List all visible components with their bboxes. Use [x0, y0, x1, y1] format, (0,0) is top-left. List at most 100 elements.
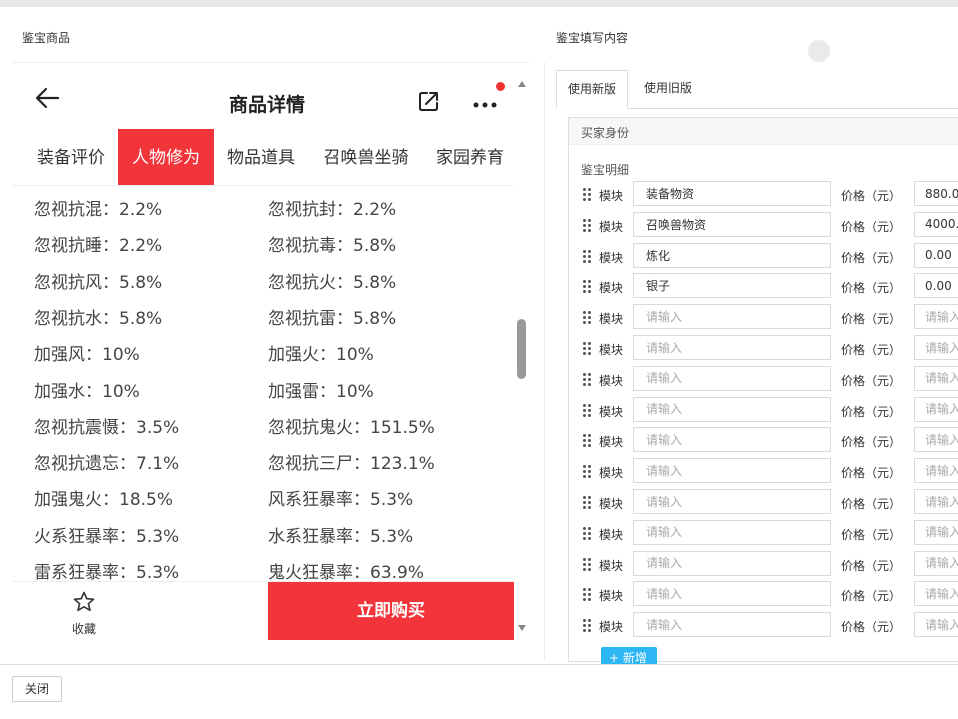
detail-row: 模块 价格（元）: [569, 211, 958, 239]
close-button[interactable]: 关闭: [12, 676, 62, 702]
price-label: 价格（元）: [841, 343, 902, 357]
share-icon[interactable]: [417, 89, 441, 113]
price-input[interactable]: [914, 273, 958, 299]
attribute-item: 忽视抗鬼火：151.5%: [268, 417, 435, 438]
price-label: 价格（元）: [841, 527, 902, 542]
module-label: 模块: [599, 435, 624, 450]
phone-screen: 商品详情 装备评价 人物修为 物品道具 召唤兽坐骑 家园养育 忽视抗混：2.2%…: [12, 63, 514, 641]
more-options-icon[interactable]: [470, 93, 500, 113]
price-label: 价格（元）: [841, 404, 902, 419]
price-label: 价格（元）: [841, 219, 902, 234]
drag-handle-icon[interactable]: [583, 218, 593, 233]
drag-handle-icon[interactable]: [583, 588, 593, 602]
price-input[interactable]: [914, 211, 958, 237]
attribute-item: 忽视抗震慑：3.5%: [34, 417, 180, 438]
drag-handle-icon[interactable]: [583, 557, 593, 572]
scroll-up-arrow-icon[interactable]: [518, 81, 526, 87]
scroll-down-arrow-icon[interactable]: [518, 625, 526, 631]
drag-handle-icon[interactable]: [583, 280, 593, 294]
price-input[interactable]: [914, 489, 958, 514]
module-name-input[interactable]: [633, 458, 831, 484]
attribute-item: 忽视抗风：5.8%: [34, 272, 163, 293]
drag-handle-icon[interactable]: [583, 526, 593, 541]
drag-handle-icon[interactable]: [583, 619, 593, 633]
module-name-input[interactable]: [633, 335, 831, 360]
price-input[interactable]: [914, 365, 958, 391]
module-name-input[interactable]: [633, 273, 831, 299]
module-name-input[interactable]: [633, 396, 831, 422]
price-label: 价格（元）: [841, 250, 902, 265]
favorite-button[interactable]: 收藏: [56, 590, 112, 636]
detail-row: 模块 价格（元）: [569, 612, 958, 639]
form-box: 买家身份 鉴宝明细 模块价格（元）模块价格（元）模块价格（元）模块价格（元）模块…: [568, 117, 958, 667]
price-label: 价格（元）: [841, 497, 902, 511]
drag-handle-icon[interactable]: [583, 342, 593, 356]
attribute-item: 忽视抗遗忘：7.1%: [34, 454, 180, 475]
preview-scrollbar[interactable]: [514, 77, 530, 637]
module-name-input[interactable]: [633, 304, 831, 330]
module-label: 模块: [599, 281, 624, 296]
price-input[interactable]: [914, 181, 958, 206]
module-name-input[interactable]: [633, 427, 831, 453]
attribute-item: 加强鬼火：18.5%: [34, 490, 174, 511]
module-name-input[interactable]: [633, 581, 831, 607]
price-label: 价格（元）: [841, 589, 902, 604]
buy-now-button[interactable]: 立即购买: [268, 582, 514, 640]
drag-handle-icon[interactable]: [583, 311, 593, 325]
attribute-item: 加强水：10%: [34, 381, 140, 402]
tab-pets-mounts[interactable]: 召唤兽坐骑: [312, 129, 420, 185]
drag-handle-icon[interactable]: [583, 465, 593, 479]
module-name-input[interactable]: [633, 550, 831, 576]
attribute-item: 忽视抗封：2.2%: [268, 200, 397, 220]
module-name-input[interactable]: [633, 211, 831, 237]
price-input[interactable]: [914, 396, 958, 422]
right-section-title: 鉴宝填写内容: [556, 31, 629, 45]
drag-handle-icon[interactable]: [583, 249, 593, 264]
price-input[interactable]: [914, 519, 958, 545]
price-input[interactable]: [914, 304, 958, 330]
price-input[interactable]: [914, 581, 958, 607]
attribute-item: 忽视抗睡：2.2%: [34, 236, 163, 257]
module-label: 模块: [599, 312, 624, 327]
bottom-action-bar: 收藏 立即购买: [12, 581, 514, 641]
price-input[interactable]: [914, 427, 958, 453]
favorite-label: 收藏: [71, 622, 96, 636]
module-name-input[interactable]: [633, 612, 831, 638]
appraisal-detail-label: 鉴宝明细: [581, 163, 630, 177]
version-tabs: 使用新版 使用旧版: [556, 70, 958, 109]
module-label: 模块: [599, 527, 624, 542]
scroll-thumb[interactable]: [517, 319, 526, 379]
drag-handle-icon[interactable]: [583, 434, 593, 448]
price-label: 价格（元）: [841, 281, 902, 296]
module-name-input[interactable]: [633, 242, 831, 268]
tab-equipment-review[interactable]: 装备评价: [28, 129, 114, 185]
tab-home-raising[interactable]: 家园养育: [426, 129, 514, 185]
drag-handle-icon[interactable]: [583, 188, 593, 202]
module-name-input[interactable]: [633, 181, 831, 206]
detail-row: 模块 价格（元）: [569, 550, 958, 578]
module-name-input[interactable]: [633, 489, 831, 514]
attribute-item: 忽视抗水：5.8%: [34, 308, 163, 329]
tab-items[interactable]: 物品道具: [218, 129, 304, 185]
module-label: 模块: [599, 373, 624, 388]
module-label: 模块: [599, 466, 624, 481]
price-input[interactable]: [914, 335, 958, 360]
module-name-input[interactable]: [633, 519, 831, 545]
attribute-item: 忽视抗混：2.2%: [34, 200, 163, 220]
drag-handle-icon[interactable]: [583, 372, 593, 387]
price-input[interactable]: [914, 612, 958, 638]
detail-row: 模块 价格（元）: [569, 365, 958, 393]
tab-character-cultivation[interactable]: 人物修为: [118, 129, 214, 185]
appraisal-form-panel: 使用新版 使用旧版 买家身份 鉴宝明细 模块价格（元）模块价格（元）模块价格（元…: [544, 62, 958, 667]
drag-handle-icon[interactable]: [583, 403, 593, 418]
module-name-input[interactable]: [633, 365, 831, 391]
tab-new-version[interactable]: 使用新版: [556, 70, 629, 109]
price-input[interactable]: [914, 458, 958, 484]
tab-old-version[interactable]: 使用旧版: [633, 70, 703, 107]
attribute-item: 加强雷：10%: [268, 381, 374, 402]
detail-row: 模块 价格（元）: [569, 489, 958, 516]
price-input[interactable]: [914, 550, 958, 576]
detail-row: 模块 价格（元）: [569, 273, 958, 300]
drag-handle-icon[interactable]: [583, 496, 593, 510]
price-input[interactable]: [914, 242, 958, 268]
